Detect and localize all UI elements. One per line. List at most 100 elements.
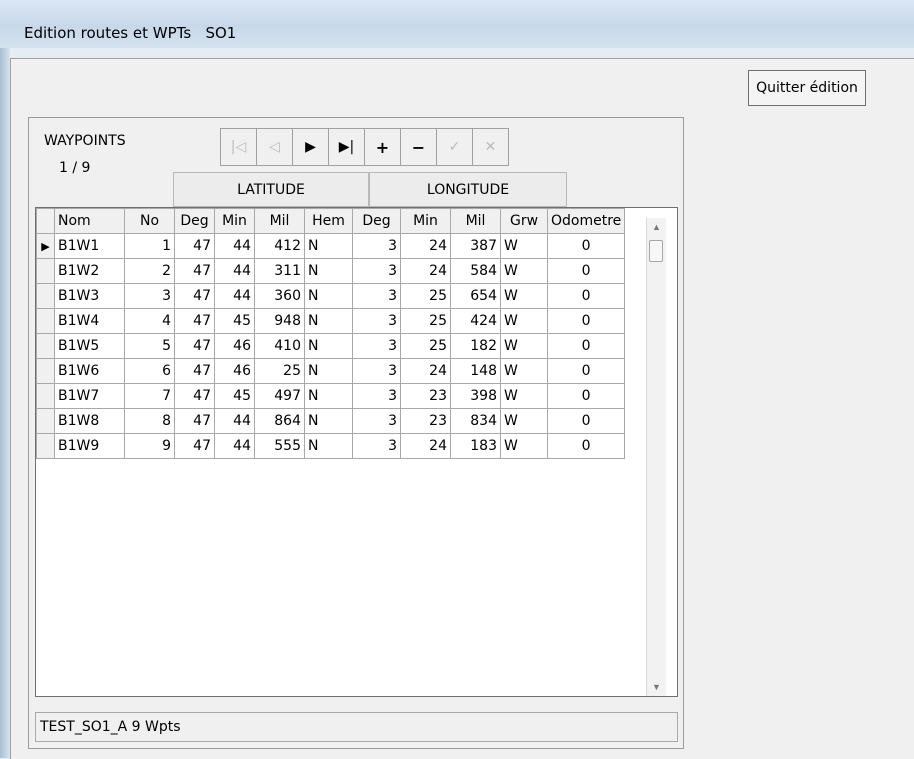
vertical-scrollbar[interactable]: ▲ ▼ — [646, 218, 666, 696]
table-cell[interactable]: 5 — [124, 333, 175, 359]
nav-next-button[interactable]: ▶ — [292, 128, 328, 166]
table-cell[interactable]: 0 — [546, 358, 626, 384]
table-cell[interactable]: 948 — [254, 308, 305, 334]
table-cell[interactable]: 47 — [174, 283, 215, 309]
table-cell[interactable]: N — [304, 383, 353, 409]
table-cell[interactable]: 24 — [400, 233, 451, 259]
table-cell[interactable]: 183 — [450, 433, 501, 459]
table-cell[interactable]: 47 — [174, 383, 215, 409]
table-cell[interactable]: B1W1 — [54, 233, 125, 259]
table-cell[interactable]: W — [500, 408, 548, 434]
table-cell[interactable]: 25 — [254, 358, 305, 384]
table-cell[interactable]: 424 — [450, 308, 501, 334]
column-header-mil-4[interactable]: Mil — [254, 208, 305, 234]
table-cell[interactable]: 45 — [214, 383, 255, 409]
table-row[interactable]: B1W2 2 47 44 311 N 3 24 584 W 0 — [36, 258, 626, 284]
table-cell[interactable]: 654 — [450, 283, 501, 309]
table-cell[interactable]: B1W6 — [54, 358, 125, 384]
scroll-up-icon[interactable]: ▲ — [647, 218, 666, 236]
table-cell[interactable]: 0 — [546, 308, 626, 334]
table-cell[interactable]: 47 — [174, 233, 215, 259]
table-cell[interactable]: 4 — [124, 308, 175, 334]
table-cell[interactable]: 3 — [124, 283, 175, 309]
table-cell[interactable]: 9 — [124, 433, 175, 459]
table-cell[interactable]: B1W3 — [54, 283, 125, 309]
table-cell[interactable]: 44 — [214, 433, 255, 459]
table-cell[interactable]: 410 — [254, 333, 305, 359]
table-cell[interactable]: 0 — [546, 258, 626, 284]
table-cell[interactable]: 24 — [400, 358, 451, 384]
scroll-thumb[interactable] — [649, 240, 663, 262]
table-cell[interactable]: 360 — [254, 283, 305, 309]
column-header-deg-6[interactable]: Deg — [352, 208, 401, 234]
table-cell[interactable]: 23 — [400, 408, 451, 434]
table-cell[interactable]: 412 — [254, 233, 305, 259]
nav-prev-button[interactable]: ◁ — [256, 128, 292, 166]
nav-insert-button[interactable]: + — [364, 128, 400, 166]
table-row[interactable]: B1W9 9 47 44 555 N 3 24 183 W 0 — [36, 433, 626, 459]
table-cell[interactable]: N — [304, 408, 353, 434]
table-cell[interactable]: 7 — [124, 383, 175, 409]
table-cell[interactable]: 3 — [352, 433, 401, 459]
table-cell[interactable]: 0 — [546, 283, 626, 309]
table-cell[interactable]: N — [304, 433, 353, 459]
table-cell[interactable]: 25 — [400, 308, 451, 334]
table-row[interactable]: B1W8 8 47 44 864 N 3 23 834 W 0 — [36, 408, 626, 434]
table-cell[interactable]: 3 — [352, 358, 401, 384]
row-indicator[interactable] — [36, 258, 55, 284]
table-cell[interactable]: W — [500, 433, 548, 459]
waypoints-grid[interactable]: Nom No Deg Min Mil Hem Deg Min Mil Grw Odometre ▶ B… — [35, 207, 678, 697]
table-cell[interactable]: 25 — [400, 283, 451, 309]
column-header-nom-0[interactable]: Nom — [54, 208, 125, 234]
table-cell[interactable]: 584 — [450, 258, 501, 284]
table-cell[interactable]: 44 — [214, 258, 255, 284]
table-cell[interactable]: N — [304, 333, 353, 359]
column-header-min-3[interactable]: Min — [214, 208, 255, 234]
table-cell[interactable]: W — [500, 283, 548, 309]
row-indicator[interactable] — [36, 383, 55, 409]
table-row[interactable]: ▶ B1W1 1 47 44 412 N 3 24 387 W 0 — [36, 233, 626, 259]
table-cell[interactable]: 0 — [546, 383, 626, 409]
row-indicator[interactable] — [36, 358, 55, 384]
quit-edit-button[interactable]: Quitter édition — [748, 70, 866, 106]
table-cell[interactable]: 0 — [546, 408, 626, 434]
nav-last-button[interactable]: ▶| — [328, 128, 364, 166]
column-header-mil-8[interactable]: Mil — [450, 208, 501, 234]
table-cell[interactable]: 3 — [352, 333, 401, 359]
table-cell[interactable]: 47 — [174, 433, 215, 459]
table-cell[interactable]: W — [500, 383, 548, 409]
table-cell[interactable]: B1W7 — [54, 383, 125, 409]
table-cell[interactable]: 148 — [450, 358, 501, 384]
table-cell[interactable]: 1 — [124, 233, 175, 259]
table-cell[interactable]: 8 — [124, 408, 175, 434]
table-cell[interactable]: 47 — [174, 258, 215, 284]
table-cell[interactable]: 3 — [352, 233, 401, 259]
table-cell[interactable]: 3 — [352, 408, 401, 434]
table-cell[interactable]: W — [500, 358, 548, 384]
table-cell[interactable]: N — [304, 308, 353, 334]
table-cell[interactable]: 47 — [174, 408, 215, 434]
table-cell[interactable]: 47 — [174, 358, 215, 384]
table-cell[interactable]: 6 — [124, 358, 175, 384]
column-header-grw-9[interactable]: Grw — [500, 208, 548, 234]
table-cell[interactable]: N — [304, 258, 353, 284]
table-cell[interactable]: W — [500, 233, 548, 259]
row-indicator[interactable] — [36, 308, 55, 334]
row-indicator[interactable] — [36, 283, 55, 309]
column-header-hem-5[interactable]: Hem — [304, 208, 353, 234]
table-cell[interactable]: B1W8 — [54, 408, 125, 434]
table-cell[interactable]: B1W5 — [54, 333, 125, 359]
table-cell[interactable]: 0 — [546, 333, 626, 359]
table-cell[interactable]: N — [304, 283, 353, 309]
table-cell[interactable]: 2 — [124, 258, 175, 284]
row-indicator[interactable] — [36, 408, 55, 434]
table-cell[interactable]: 44 — [214, 408, 255, 434]
nav-cancel-button[interactable]: ✕ — [472, 128, 509, 166]
table-row[interactable]: B1W5 5 47 46 410 N 3 25 182 W 0 — [36, 333, 626, 359]
column-header-deg-2[interactable]: Deg — [174, 208, 215, 234]
table-row[interactable]: B1W3 3 47 44 360 N 3 25 654 W 0 — [36, 283, 626, 309]
table-row[interactable]: B1W7 7 47 45 497 N 3 23 398 W 0 — [36, 383, 626, 409]
table-cell[interactable]: W — [500, 308, 548, 334]
table-cell[interactable]: 497 — [254, 383, 305, 409]
table-cell[interactable]: 182 — [450, 333, 501, 359]
